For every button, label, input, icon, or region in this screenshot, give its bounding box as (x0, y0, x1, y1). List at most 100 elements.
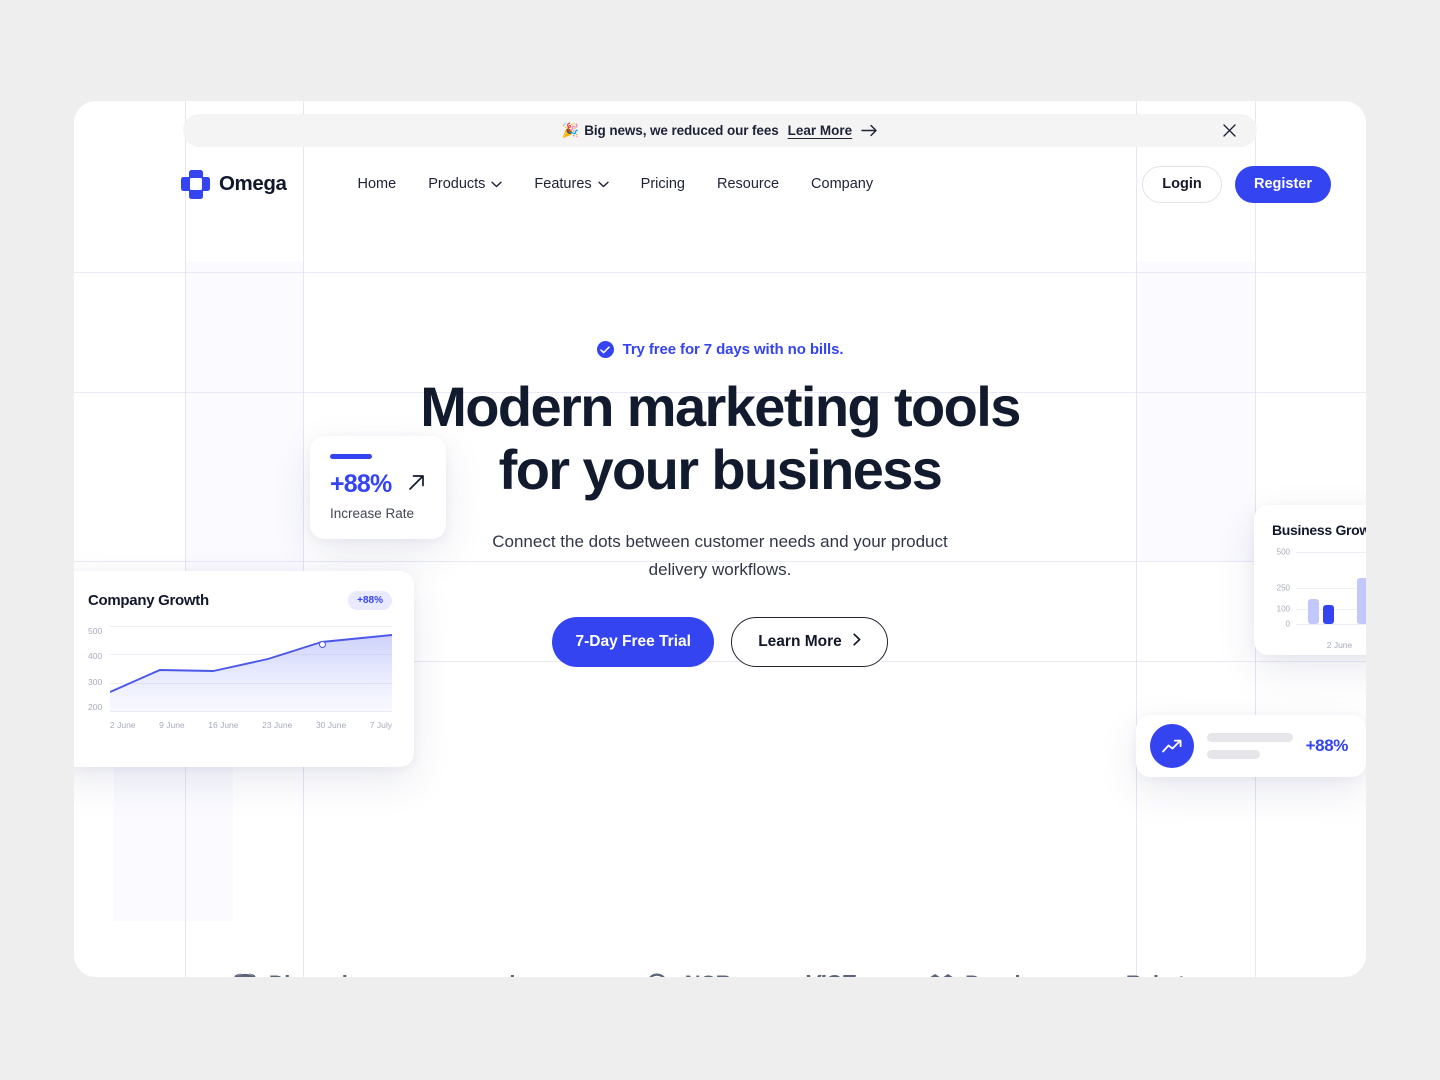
company-growth-area-chart (110, 626, 392, 712)
partner-logos: Discord monday .com NCR (74, 936, 1366, 977)
logo-label: Discord (269, 971, 348, 978)
business-growth-x-axis: 2 June 9 June 16 June 23 J... (1314, 640, 1366, 650)
increase-rate-value: +88% (330, 470, 392, 498)
y-tick-label: 250 (1276, 583, 1290, 593)
accent-bar (330, 454, 372, 459)
logo-ncr: NCR (646, 971, 732, 978)
announcement-bar: 🎉 Big news, we reduced our fees Lear Mor… (183, 114, 1257, 147)
logo-monday: monday .com (421, 971, 572, 978)
announcement-pill: 🎉 Big news, we reduced our fees Lear Mor… (183, 114, 1257, 147)
growth-notification-card: +88% (1136, 715, 1366, 777)
party-popper-icon: 🎉 (561, 122, 580, 138)
hero-subtitle-line-1: Connect the dots between customer needs … (492, 532, 948, 552)
hero-eyebrow: Try free for 7 days with no bills. (74, 341, 1366, 358)
chevron-down-icon (597, 176, 609, 192)
nav-item-features[interactable]: Features (534, 176, 609, 192)
logo-discord: Discord (231, 971, 348, 978)
company-growth-badge: +88% (348, 591, 392, 610)
hero-eyebrow-text: Try free for 7 days with no bills. (622, 341, 844, 358)
business-growth-plot: 0 100 250 500 2 June (1272, 548, 1366, 650)
arrow-up-right-icon (407, 473, 426, 497)
app-window: 🎉 Big news, we reduced our fees Lear Mor… (74, 101, 1366, 977)
learn-more-label: Learn More (758, 632, 842, 650)
business-growth-card: Business Growth 0 100 250 500 (1254, 505, 1366, 655)
logo-label: NCR (685, 971, 732, 978)
bar-series-a (1307, 599, 1319, 624)
y-tick-label: 200 (88, 701, 103, 712)
x-tick-label: 9 June (159, 720, 185, 730)
nav-item-label: Pricing (640, 176, 685, 192)
nav-item-products[interactable]: Products (428, 176, 503, 192)
y-tick-label: 100 (1276, 604, 1290, 614)
business-growth-title: Business Growth (1272, 522, 1366, 538)
bar-group (1346, 552, 1366, 624)
company-growth-y-axis: 500 400 300 200 (88, 626, 106, 712)
logo-label: monday (457, 971, 539, 978)
x-tick-label: 9 June (1365, 640, 1366, 650)
increase-rate-row: +88% (330, 470, 426, 499)
login-button[interactable]: Login (1142, 165, 1222, 203)
y-tick-label: 500 (1276, 547, 1290, 557)
data-point-marker (318, 641, 326, 648)
logo-label: Dropbox (965, 971, 1052, 978)
dropbox-icon (929, 973, 954, 977)
increase-rate-label: Increase Rate (330, 506, 415, 521)
nav-item-resource[interactable]: Resource (717, 176, 779, 192)
placeholder-line (1207, 733, 1293, 742)
x-tick-label: 16 June (208, 720, 239, 730)
free-trial-button[interactable]: 7-Day Free Trial (552, 616, 715, 667)
check-circle-icon (596, 341, 614, 358)
nav-item-label: Features (534, 176, 592, 192)
nav-item-home[interactable]: Home (358, 176, 397, 192)
nav-actions: Login Register (1142, 165, 1331, 203)
logo-dropbox: Dropbox (928, 971, 1053, 978)
announcement-close-button[interactable] (1219, 121, 1239, 141)
logo-label: Rakuten (1125, 970, 1210, 977)
omega-logo-icon (181, 169, 210, 199)
brand-name: Omega (219, 172, 287, 195)
monday-icon (428, 976, 440, 977)
hero-title-line-2: for your business (498, 437, 943, 501)
y-tick-label: 500 (88, 626, 103, 636)
hero-title-line-1: Modern marketing tools (420, 375, 1021, 438)
hero-subtitle-line-2: delivery workflows. (648, 559, 792, 579)
logo-rakuten: Rakuten (1125, 970, 1210, 977)
page-canvas: 🎉 Big news, we reduced our fees Lear Mor… (0, 0, 1440, 1080)
logo-vice: VICE (805, 970, 856, 977)
announcement-learn-more-link[interactable]: Lear More (788, 123, 853, 138)
x-tick-label: 23 June (262, 720, 293, 730)
business-growth-y-axis: 0 100 250 500 (1272, 548, 1294, 629)
chevron-down-icon (491, 176, 503, 192)
company-growth-x-axis: 2 June 9 June 16 June 23 June 30 June 7 … (110, 720, 392, 730)
register-button[interactable]: Register (1235, 165, 1331, 203)
increase-rate-card: +88% Increase Rate (310, 436, 446, 539)
chevron-right-icon (853, 632, 861, 651)
bar-group (1296, 552, 1346, 624)
nav-item-label: Home (357, 176, 397, 192)
company-growth-card: Company Growth +88% 500 400 300 200 2 Ju… (74, 571, 414, 767)
x-tick-label: 7 July (369, 720, 392, 730)
notification-value: +88% (1305, 736, 1349, 755)
y-tick-label: 0 (1285, 619, 1290, 629)
learn-more-button[interactable]: Learn More (731, 616, 888, 667)
nav-item-label: Products (428, 176, 486, 192)
company-growth-plot: 500 400 300 200 2 June 9 June 16 June 23… (88, 626, 392, 730)
brand-logo[interactable]: Omega (181, 169, 287, 199)
bar-series-b (1322, 605, 1334, 624)
x-tick-label: 2 June (1326, 640, 1353, 650)
page-title: Modern marketing tools for your business (74, 375, 1366, 501)
nav-item-company[interactable]: Company (811, 176, 873, 192)
business-growth-bars (1296, 552, 1366, 624)
nav-links: Home Products Features Pricing Resource … (358, 176, 874, 192)
bar-series-a (1357, 578, 1366, 624)
nav-item-pricing[interactable]: Pricing (641, 176, 685, 192)
arrow-right-icon (861, 124, 878, 137)
placeholder-line (1207, 750, 1261, 759)
company-growth-title: Company Growth (88, 592, 209, 609)
trending-up-icon (1150, 724, 1194, 768)
placeholder-lines (1207, 733, 1293, 759)
x-tick-label: 30 June (315, 720, 347, 730)
navbar: Omega Home Products Features Pricing Res… (74, 149, 1366, 219)
company-growth-header: Company Growth +88% (88, 591, 392, 610)
nav-item-label: Resource (716, 176, 780, 192)
